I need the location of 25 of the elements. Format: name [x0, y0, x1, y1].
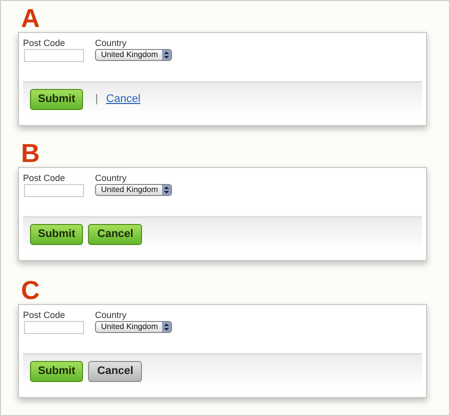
stepper-icon — [162, 185, 171, 195]
cancel-button[interactable]: Cancel — [88, 361, 142, 382]
cancel-link[interactable]: Cancel — [106, 91, 140, 108]
stepper-icon — [162, 50, 171, 60]
country-select[interactable]: United Kingdom — [95, 49, 172, 61]
field-label: Country — [95, 37, 128, 49]
field-label: Post Code — [23, 37, 66, 49]
variant-letter: B — [21, 141, 41, 165]
submit-button[interactable]: Submit — [30, 224, 84, 245]
country-select[interactable]: United Kingdom — [95, 321, 172, 333]
post-code-field[interactable] — [24, 184, 84, 197]
variant-letter: A — [21, 6, 41, 30]
post-code-field[interactable] — [24, 321, 84, 334]
field-label: Country — [95, 309, 128, 321]
field-label: Post Code — [23, 309, 66, 321]
post-code-field[interactable] — [24, 49, 84, 62]
field-label: Post Code — [23, 172, 66, 184]
stepper-icon — [162, 322, 171, 332]
submit-button[interactable]: Submit — [30, 361, 84, 382]
submit-button[interactable]: Submit — [30, 89, 84, 110]
cancel-button[interactable]: Cancel — [88, 224, 142, 245]
field-label: Country — [95, 172, 128, 184]
variant-letter: C — [21, 278, 41, 302]
separator: | — [95, 92, 98, 108]
country-select[interactable]: United Kingdom — [95, 184, 172, 196]
